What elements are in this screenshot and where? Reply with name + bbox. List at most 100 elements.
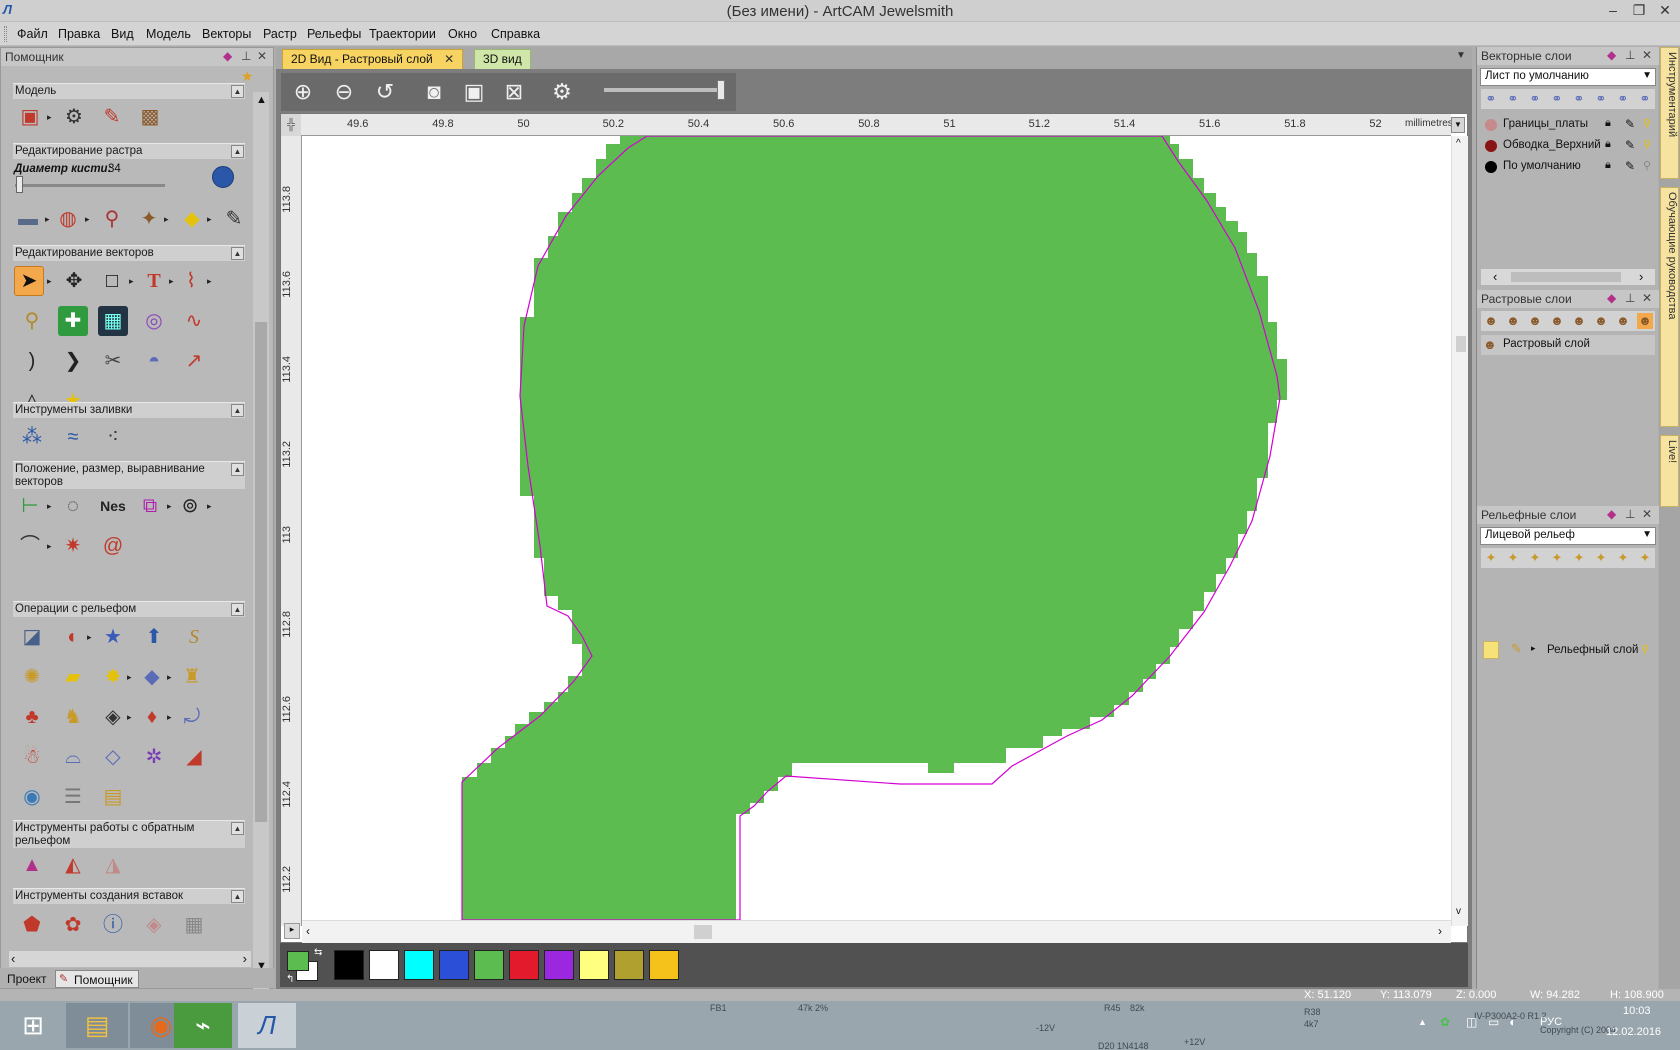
tool-dropdown-arrow-icon[interactable]: ▸ bbox=[207, 276, 212, 287]
tool-dropdown-arrow-icon[interactable]: ▸ bbox=[207, 501, 212, 512]
reverse-relief-cut-icon[interactable]: ◭ bbox=[58, 850, 88, 880]
gem-info-icon[interactable]: ⓘ bbox=[98, 910, 128, 940]
lock-layers-icon[interactable]: ⚭ bbox=[1615, 91, 1631, 107]
relief-texture-icon[interactable]: ☃ bbox=[17, 742, 47, 772]
rotate-around-icon[interactable]: ◌ bbox=[58, 491, 88, 521]
collapse-icon[interactable]: ▲ bbox=[231, 145, 244, 158]
node-distribute-icon[interactable]: ⁖ bbox=[98, 422, 128, 452]
relief-wrap-icon[interactable]: ⤾ bbox=[177, 702, 207, 732]
raster-layer-down-icon[interactable]: ☻ bbox=[1527, 313, 1543, 329]
collapse-icon[interactable]: ▲ bbox=[231, 85, 244, 98]
menu-grip[interactable] bbox=[4, 26, 7, 42]
drawing-canvas[interactable] bbox=[302, 136, 1451, 920]
layer-up-icon[interactable]: ⚭ bbox=[1505, 91, 1521, 107]
relief-lamp-icon[interactable]: ♜ bbox=[177, 662, 207, 692]
celtic-knot-icon[interactable]: ✺ bbox=[17, 662, 47, 692]
zoom-slider[interactable] bbox=[717, 80, 725, 100]
tab-assistant[interactable]: ✎ Помощник bbox=[55, 970, 139, 988]
tool-dropdown-arrow-icon[interactable]: ▸ bbox=[164, 214, 169, 225]
assistant-hscrollbar[interactable]: ‹ › bbox=[9, 951, 251, 967]
tool-dropdown-arrow-icon[interactable]: ▸ bbox=[127, 672, 132, 683]
close-icon[interactable]: ✕ bbox=[1642, 507, 1652, 521]
layer-color-swatch[interactable] bbox=[1485, 161, 1497, 173]
gem-outline-icon[interactable]: ◈ bbox=[139, 910, 169, 940]
raster-visibility-icon[interactable]: ☻ bbox=[1637, 313, 1653, 329]
cut-vectors-icon[interactable]: ✂ bbox=[98, 346, 128, 376]
scroll-up-icon[interactable]: ^ bbox=[1456, 138, 1461, 149]
section-vector-editing[interactable]: Редактирование векторов ▲ bbox=[13, 245, 245, 261]
nesting-icon[interactable]: Nes bbox=[98, 491, 128, 521]
copy-raster-icon[interactable]: ☻ bbox=[1593, 313, 1609, 329]
close-icon[interactable]: ✕ bbox=[1642, 48, 1652, 62]
layer-down-icon[interactable]: ⚭ bbox=[1527, 91, 1543, 107]
model-size-icon[interactable]: ▣ bbox=[15, 102, 45, 132]
reverse-relief-icon[interactable]: ▲ bbox=[17, 850, 47, 880]
tool-dropdown-arrow-icon[interactable]: ▸ bbox=[167, 712, 172, 723]
tab-live[interactable]: Live! bbox=[1660, 435, 1679, 507]
zoom-slider-track[interactable] bbox=[604, 88, 724, 92]
merge-raster-icon[interactable]: ☻ bbox=[1549, 313, 1565, 329]
scroll-left-icon[interactable]: ‹ bbox=[306, 924, 310, 938]
color-swatch[interactable] bbox=[509, 950, 539, 980]
align-icon[interactable]: ⊢ bbox=[15, 491, 45, 521]
tab-toolbox[interactable]: Инструментарий bbox=[1660, 47, 1679, 179]
close-tab-icon[interactable]: ✕ bbox=[444, 52, 454, 66]
scroll-right-icon[interactable]: › bbox=[1438, 924, 1442, 938]
edit-pen-icon[interactable]: ✎ bbox=[1625, 159, 1639, 173]
collapse-icon[interactable]: ▲ bbox=[231, 822, 244, 835]
menu-window[interactable]: Окно bbox=[448, 27, 477, 41]
pin-icon[interactable]: ⊥ bbox=[1625, 507, 1635, 521]
section-reverse-relief[interactable]: Инструменты работы с обратным рельефом ▲ bbox=[13, 820, 245, 848]
relief-combine-icon[interactable]: ◪ bbox=[17, 622, 47, 652]
tray-power-icon[interactable]: ▭ bbox=[1488, 1015, 1499, 1029]
import-raster-icon[interactable]: ☻ bbox=[1615, 313, 1631, 329]
gem-icon[interactable]: ⬟ bbox=[17, 910, 47, 940]
tabs-dropdown-icon[interactable]: ▼ bbox=[1456, 50, 1466, 61]
group-vectors-icon[interactable]: ⧉ bbox=[135, 491, 165, 521]
spiral-icon[interactable]: @ bbox=[98, 531, 128, 561]
minimize-button[interactable]: – bbox=[1600, 0, 1626, 20]
scroll-left-icon[interactable]: ‹ bbox=[1493, 269, 1497, 284]
reverse-relief-offset-icon[interactable]: ◮ bbox=[98, 850, 128, 880]
units-dropdown-icon[interactable]: ▼ bbox=[1451, 117, 1465, 133]
gem-pattern-icon[interactable]: ▦ bbox=[179, 910, 209, 940]
tab-3d-view[interactable]: 3D вид bbox=[474, 49, 531, 69]
tool-dropdown-arrow-icon[interactable]: ▸ bbox=[85, 214, 90, 225]
relief-star-icon[interactable]: ★ bbox=[98, 622, 128, 652]
scroll-thumb[interactable] bbox=[255, 322, 267, 822]
eraser-icon[interactable]: ◆ bbox=[1607, 48, 1616, 62]
collapse-icon[interactable]: ▲ bbox=[231, 247, 244, 260]
color-swatch[interactable] bbox=[614, 950, 644, 980]
assistant-scrollbar[interactable]: ▲ ▼ bbox=[253, 92, 269, 992]
tool-dropdown-arrow-icon[interactable]: ▸ bbox=[47, 501, 52, 512]
new-raster-layer-icon[interactable]: ☻ bbox=[1483, 313, 1499, 329]
model-settings-icon[interactable]: ⚙ bbox=[59, 102, 89, 132]
windows-start-icon[interactable]: ⊞ bbox=[2, 1003, 64, 1048]
zoom-in-icon[interactable]: ⊕ bbox=[287, 77, 319, 107]
view-settings-icon[interactable]: ⚙ bbox=[546, 77, 578, 107]
collapse-icon[interactable]: ▲ bbox=[231, 463, 244, 476]
color-swatch[interactable] bbox=[649, 950, 679, 980]
clock-time[interactable]: 10:03 bbox=[1623, 1005, 1651, 1017]
color-picker-icon[interactable]: ⚲ bbox=[97, 204, 127, 234]
pin-icon[interactable]: ⊥ bbox=[241, 49, 251, 63]
along-curve-fill-icon[interactable]: ≈ bbox=[58, 422, 88, 452]
scroll-right-icon[interactable]: › bbox=[243, 951, 247, 966]
new-relief-layer-icon[interactable]: ✦ bbox=[1483, 550, 1499, 566]
swept-profile-icon[interactable]: S bbox=[179, 622, 209, 652]
pattern-fill-icon[interactable]: ⁂ bbox=[17, 422, 47, 452]
pencil-icon[interactable]: ✎ bbox=[219, 204, 249, 234]
menu-edit[interactable]: Правка bbox=[58, 27, 100, 41]
tool-dropdown-arrow-icon[interactable]: ▸ bbox=[47, 541, 52, 552]
menu-view[interactable]: Вид bbox=[111, 27, 134, 41]
layer-color-swatch[interactable] bbox=[1485, 119, 1497, 131]
pin-icon[interactable]: ⊥ bbox=[1625, 291, 1635, 305]
color-swatch[interactable] bbox=[474, 950, 504, 980]
color-swatch[interactable] bbox=[439, 950, 469, 980]
menu-raster[interactable]: Растр bbox=[263, 27, 297, 41]
export-relief-icon[interactable]: ✦ bbox=[1637, 550, 1653, 566]
relief-layer-up-icon[interactable]: ✦ bbox=[1505, 550, 1521, 566]
visibility-bulb-icon[interactable]: ⚲ bbox=[1643, 117, 1653, 131]
show-layers-icon[interactable]: ⚭ bbox=[1637, 91, 1653, 107]
zoom-extents-icon[interactable]: ⊠ bbox=[498, 77, 530, 107]
